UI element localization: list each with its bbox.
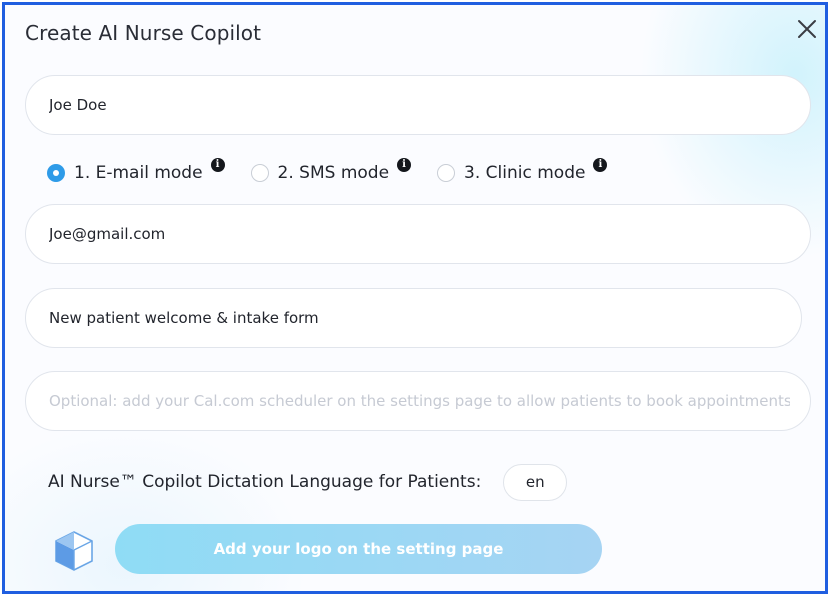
mode-option-email[interactable]: 1. E-mail mode i (47, 158, 225, 183)
info-icon[interactable]: i (210, 158, 225, 172)
mode-label-clinic: 3. Clinic mode (464, 163, 586, 183)
dialog-title: Create AI Nurse Copilot (25, 21, 262, 45)
radio-sms[interactable] (250, 164, 269, 182)
language-label: AI Nurse™ Copilot Dictation Language for… (48, 472, 482, 492)
mode-option-clinic[interactable]: 3. Clinic mode i (437, 158, 608, 183)
add-logo-button[interactable]: Add your logo on the setting page (115, 524, 602, 574)
info-icon[interactable]: i (593, 158, 608, 172)
cube-logo-icon (55, 531, 93, 571)
close-icon (798, 20, 816, 38)
form-type-field[interactable] (25, 288, 802, 348)
close-button[interactable] (795, 17, 819, 41)
mode-option-sms[interactable]: 2. SMS mode i (250, 158, 412, 183)
create-copilot-dialog: Create AI Nurse Copilot 1. E-mail mode i… (2, 2, 828, 594)
name-input[interactable] (49, 96, 810, 114)
radio-email[interactable] (47, 164, 65, 182)
language-select[interactable]: en (503, 463, 568, 501)
scheduler-field[interactable] (25, 371, 811, 431)
language-row: AI Nurse™ Copilot Dictation Language for… (48, 463, 568, 501)
form-type-input[interactable] (49, 309, 801, 327)
mode-radio-group: 1. E-mail mode i 2. SMS mode i 3. Clinic… (47, 158, 633, 188)
mode-label-email: 1. E-mail mode (74, 163, 203, 183)
scheduler-input[interactable] (49, 392, 790, 410)
email-input[interactable] (49, 225, 810, 243)
mode-label-sms: 2. SMS mode (277, 163, 390, 183)
info-icon[interactable]: i (397, 158, 412, 172)
name-field[interactable] (25, 75, 811, 135)
email-field[interactable] (25, 204, 811, 264)
radio-clinic[interactable] (437, 164, 456, 182)
